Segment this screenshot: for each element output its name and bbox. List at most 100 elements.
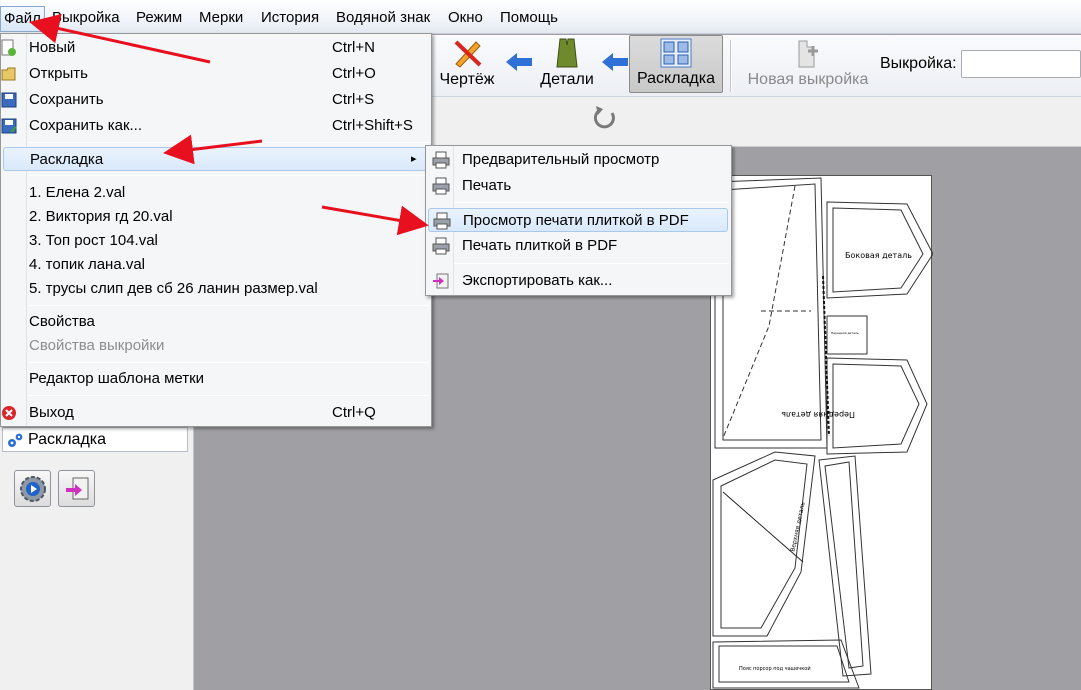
menu-item-label: Редактор шаблона метки: [29, 370, 205, 387]
menu-item-pattern-properties[interactable]: Свойства выкройки: [3, 334, 431, 358]
printer-icon: [433, 212, 451, 230]
pattern-pieces-drawing: Боковая деталь Передняя деталь Передняя …: [712, 177, 934, 689]
layout-mode-button[interactable]: Раскладка: [629, 35, 723, 93]
export-layout-button[interactable]: [58, 470, 95, 507]
layout-submenu: Предварительный просмотр Печать Просмотр…: [425, 145, 732, 296]
menu-item-label: Открыть: [29, 65, 88, 82]
menu-item-tiled-pdf-preview[interactable]: Просмотр печати плиткой в PDF: [428, 208, 728, 232]
arrow-left-icon: [506, 53, 532, 71]
menu-item-layout[interactable]: Раскладка ▸: [3, 147, 429, 171]
layout-icon: [660, 38, 692, 68]
menu-separator: [29, 175, 429, 176]
menu-item-open[interactable]: Открыть Ctrl+O: [1, 62, 431, 86]
printer-icon: [432, 237, 450, 255]
exit-icon: [2, 406, 16, 420]
menu-window[interactable]: Окно: [448, 9, 483, 27]
menu-item-label: Просмотр печати плиткой в PDF: [463, 212, 689, 229]
layout-sheet: Боковая деталь Передняя деталь Передняя …: [710, 175, 934, 690]
menu-item-label: 3. Топ рост 104.val: [29, 232, 158, 249]
menu-measurements[interactable]: Мерки: [199, 9, 243, 27]
menubar: Файл Выкройка Режим Мерки История Водяно…: [0, 0, 1081, 34]
menu-mode[interactable]: Режим: [136, 9, 182, 27]
menu-separator: [454, 202, 729, 203]
toolbar-separator: [730, 40, 732, 92]
arrow-left-icon: [602, 53, 628, 71]
export-icon: [66, 477, 89, 500]
menu-item-shortcut: Ctrl+S: [332, 91, 375, 108]
menu-item-print-preview[interactable]: Предварительный просмотр: [428, 148, 730, 172]
menu-item-label: Печать плиткой в PDF: [462, 237, 618, 254]
menu-item-label-template-editor[interactable]: Редактор шаблона метки: [3, 367, 431, 391]
menu-watermark[interactable]: Водяной знак: [336, 9, 430, 27]
menu-separator: [454, 263, 729, 264]
menu-item-recent-3[interactable]: 3. Топ рост 104.val: [3, 229, 431, 253]
save-icon: [1, 92, 17, 108]
menu-item-label: Предварительный просмотр: [462, 151, 660, 168]
menu-separator: [29, 395, 429, 396]
menu-item-recent-2[interactable]: 2. Виктория гд 20.val: [3, 205, 431, 229]
menu-item-label: Новый: [29, 39, 76, 56]
gear-play-icon: [20, 476, 46, 502]
menu-history[interactable]: История: [261, 9, 319, 27]
menu-item-shortcut: Ctrl+Shift+S: [332, 117, 413, 134]
menu-item-shortcut: Ctrl+O: [332, 65, 376, 82]
menu-item-label: 4. топик лана.val: [29, 256, 146, 273]
file-menu: Новый Ctrl+N Открыть Ctrl+O Сохранить Ct…: [0, 33, 432, 427]
pencil-ruler-icon: [454, 40, 482, 68]
new-pattern-button[interactable]: Новая выкройка: [742, 37, 874, 93]
menu-help[interactable]: Помощь: [500, 9, 558, 27]
menu-item-label: Экспортировать как...: [462, 272, 613, 289]
details-mode-button[interactable]: Детали: [534, 37, 600, 93]
menu-item-new[interactable]: Новый Ctrl+N: [1, 36, 431, 60]
gears-icon: [8, 433, 23, 447]
menu-item-label: Выход: [29, 404, 74, 421]
menu-item-tiled-pdf-print[interactable]: Печать плиткой в PDF: [428, 234, 730, 258]
menu-item-exit[interactable]: Выход Ctrl+Q: [2, 401, 431, 425]
garment-icon: [556, 38, 578, 68]
save-as-icon: [1, 118, 17, 134]
new-pattern-icon: [798, 40, 818, 68]
open-icon: [1, 67, 16, 81]
menu-item-label: Свойства выкройки: [29, 337, 165, 354]
front-piece-label: Передняя деталь: [781, 410, 855, 419]
upper-piece-outline: [712, 451, 816, 637]
menu-item-export-as[interactable]: Экспортировать как...: [428, 269, 730, 293]
pattern-combobox[interactable]: [961, 50, 1081, 78]
menu-item-print[interactable]: Печать: [428, 174, 730, 198]
menu-item-recent-4[interactable]: 4. топик лана.val: [3, 253, 431, 277]
menu-item-label: 2. Виктория гд 20.val: [29, 208, 173, 225]
menu-pattern[interactable]: Выкройка: [52, 9, 120, 27]
side-piece-outline: [826, 201, 934, 299]
draw-mode-button[interactable]: Чертёж: [432, 37, 502, 93]
bottom-band-label: Пояс порсор под чашечкой: [739, 665, 811, 672]
menu-item-label: Печать: [462, 177, 512, 194]
redo-icon[interactable]: [592, 105, 618, 131]
small-piece-label: Передняя деталь: [831, 331, 859, 335]
menu-item-shortcut: Ctrl+N: [332, 39, 375, 56]
menu-item-label: Сохранить как...: [29, 117, 143, 134]
menu-item-label: Раскладка: [30, 151, 104, 168]
menu-item-save-as[interactable]: Сохранить как... Ctrl+Shift+S: [1, 114, 431, 138]
layout-mode-label: Раскладка: [636, 70, 716, 87]
menu-item-label: 5. трусы слип дев сб 26 ланин размер.val: [29, 280, 318, 297]
strap-piece-outline: [818, 455, 872, 677]
draw-mode-label: Чертёж: [439, 71, 495, 88]
menu-item-recent-1[interactable]: 1. Елена 2.val: [3, 181, 431, 205]
menu-item-recent-5[interactable]: 5. трусы слип дев сб 26 ланин размер.val: [3, 277, 431, 301]
menu-item-shortcut: Ctrl+Q: [332, 404, 376, 421]
submenu-arrow-icon: ▸: [411, 153, 417, 165]
export-icon: [433, 273, 449, 289]
printer-icon: [432, 177, 450, 195]
pattern-label: Выкройка:: [880, 55, 957, 72]
layout-group-label: Раскладка: [28, 431, 107, 448]
layout-settings-button[interactable]: [14, 470, 51, 507]
menu-item-properties[interactable]: Свойства: [3, 310, 431, 334]
layout-group-header[interactable]: Раскладка: [2, 427, 188, 452]
menu-item-label: 1. Елена 2.val: [29, 184, 126, 201]
menu-file[interactable]: Файл: [0, 6, 45, 32]
menu-item-label: Свойства: [29, 313, 95, 330]
menu-separator: [29, 362, 429, 363]
menu-item-label: Сохранить: [29, 91, 104, 108]
menu-item-save[interactable]: Сохранить Ctrl+S: [1, 88, 431, 112]
printer-icon: [432, 151, 450, 169]
